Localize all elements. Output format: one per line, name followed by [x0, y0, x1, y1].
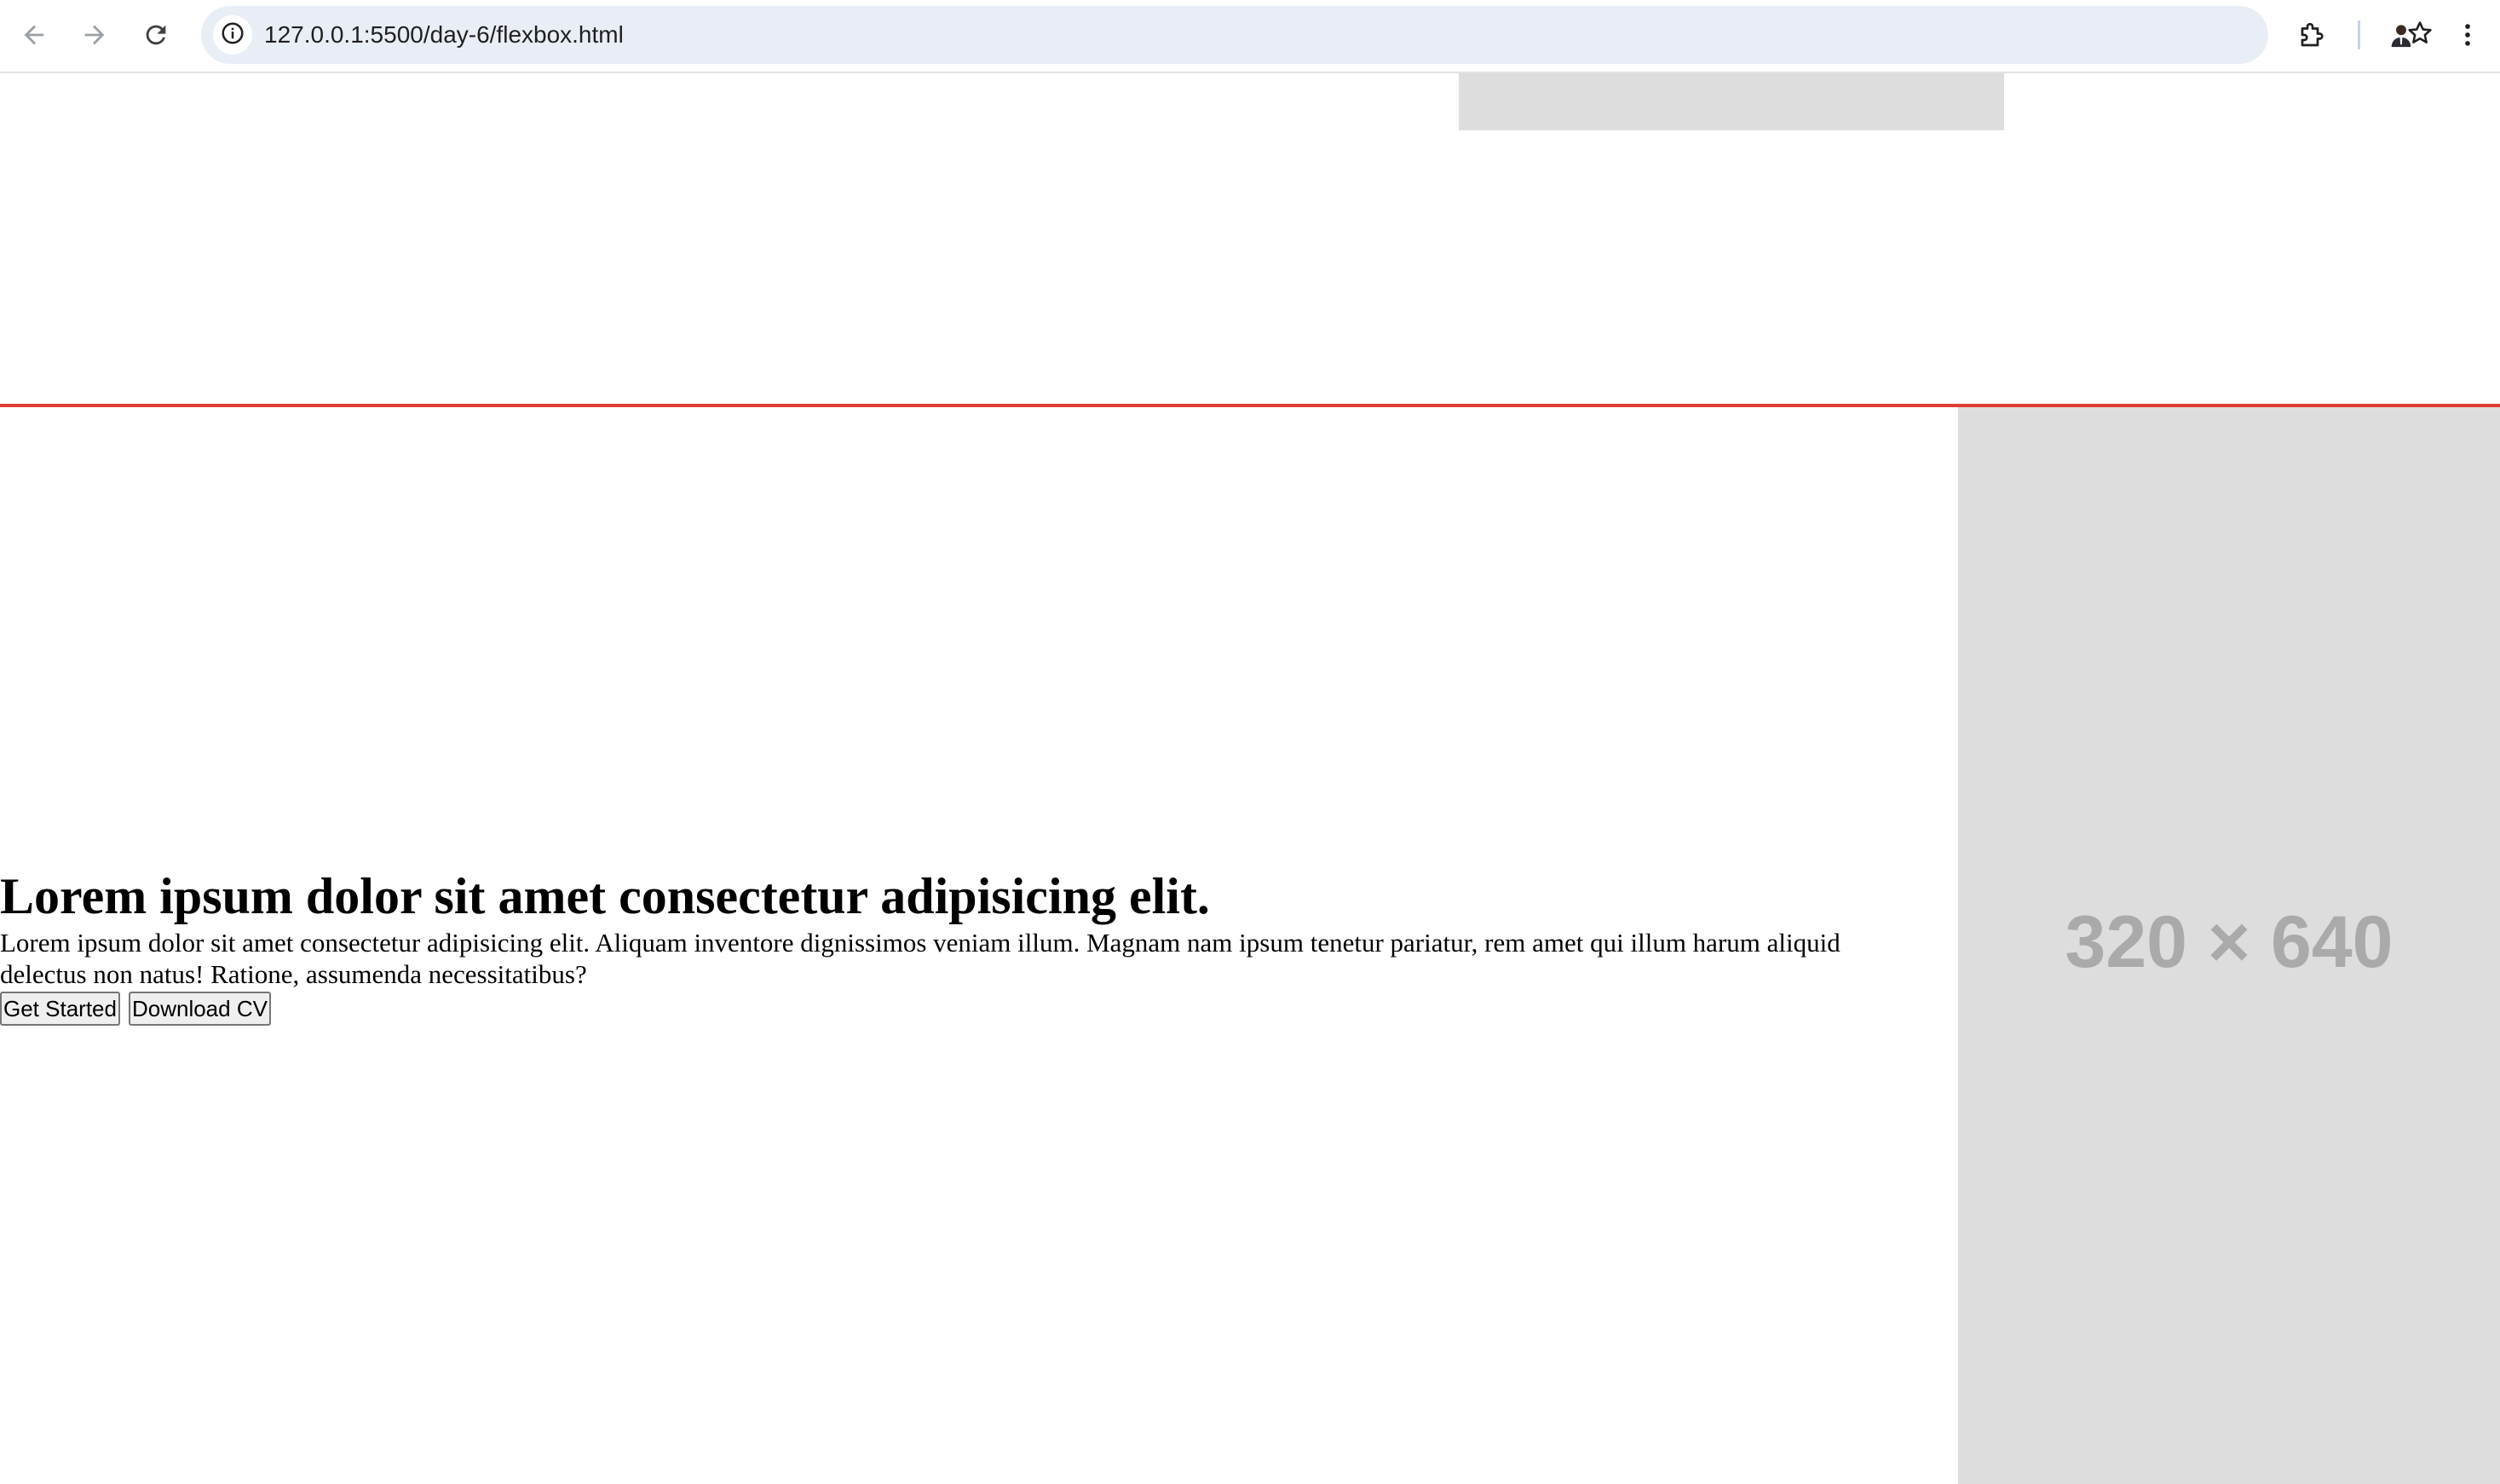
page-viewport: Lorem ipsum dolor sit amet consectetur a…: [0, 73, 2500, 1484]
reload-icon: [141, 20, 170, 49]
extensions-button[interactable]: [2289, 11, 2336, 59]
avatar: [2387, 20, 2416, 49]
hero-description: Lorem ipsum dolor sit amet consectetur a…: [0, 928, 1840, 989]
address-bar[interactable]: 127.0.0.1:5500/day-6/flexbox.html: [201, 6, 2432, 64]
toolbar-divider: [2358, 20, 2360, 49]
hero-title: Lorem ipsum dolor sit amet consectetur a…: [0, 868, 1210, 924]
arrow-left-icon: [20, 20, 49, 49]
placeholder-size-label: 320 × 640: [2065, 900, 2393, 983]
reload-button[interactable]: [132, 11, 180, 59]
arrow-right-icon: [80, 20, 109, 49]
kebab-menu-icon: [2453, 20, 2482, 49]
top-placeholder-image: [1459, 73, 2004, 130]
url-text[interactable]: 127.0.0.1:5500/day-6/flexbox.html: [264, 6, 624, 64]
site-info-button[interactable]: [213, 15, 252, 55]
hero-button-row: Get Started Download CV: [0, 992, 1958, 1026]
forward-button[interactable]: [71, 11, 118, 59]
download-cv-button[interactable]: Download CV: [128, 992, 271, 1026]
hero-text-column: Lorem ipsum dolor sit amet consectetur a…: [0, 407, 1958, 1484]
get-started-button[interactable]: Get Started: [0, 992, 120, 1026]
back-button[interactable]: [10, 11, 58, 59]
profile-button[interactable]: [2377, 11, 2425, 59]
puzzle-icon: [2297, 20, 2328, 50]
browser-menu-button[interactable]: [2444, 11, 2491, 59]
info-icon: [220, 20, 245, 50]
browser-toolbar: 127.0.0.1:5500/day-6/flexbox.html: [0, 0, 2500, 73]
hero-placeholder-image: 320 × 640: [1958, 407, 2500, 1484]
